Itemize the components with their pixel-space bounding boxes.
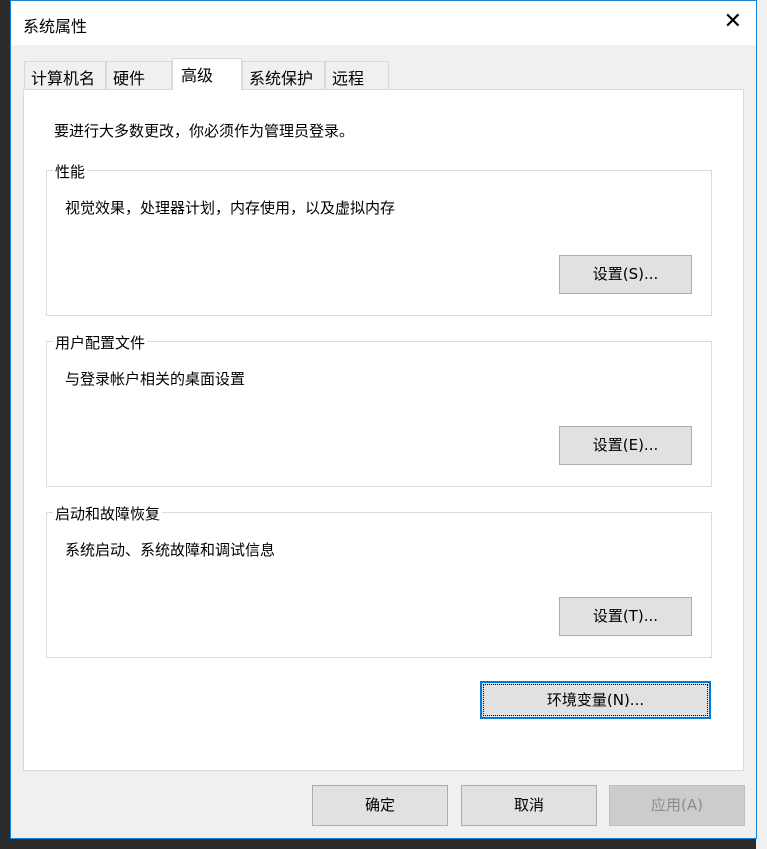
group-title: 启动和故障恢复 [53,503,163,524]
window-title: 系统属性 [23,17,88,36]
env-button-label: 环境变量(N)... [483,684,708,716]
group-description: 与登录帐户相关的桌面设置 [65,370,246,388]
group-description: 系统启动、系统故障和调试信息 [65,541,276,559]
ok-button[interactable]: 确定 [312,785,448,826]
tab-system-protection[interactable]: 系统保护 [242,61,325,89]
tab-hardware[interactable]: 硬件 [106,61,172,89]
admin-notice: 要进行大多数更改，你必须作为管理员登录。 [54,122,355,140]
environment-variables-button[interactable]: 环境变量(N)... [480,681,711,719]
group-title: 性能 [53,161,88,182]
apply-button[interactable]: 应用(A) [609,785,745,826]
group-title: 用户配置文件 [53,332,148,353]
close-icon[interactable]: ✕ [724,9,742,34]
startup-recovery-settings-button[interactable]: 设置(T)... [559,597,692,636]
group-description: 视觉效果，处理器计划，内存使用，以及虚拟内存 [65,199,396,217]
background-window [756,0,767,849]
user-profiles-settings-button[interactable]: 设置(E)... [559,426,692,465]
advanced-panel: 要进行大多数更改，你必须作为管理员登录。 性能 视觉效果，处理器计划，内存使用，… [23,89,744,771]
startup-recovery-group: 启动和故障恢复 系统启动、系统故障和调试信息 设置(T)... [46,503,712,658]
tab-remote[interactable]: 远程 [325,61,389,89]
system-properties-dialog: 系统属性 ✕ 计算机名 硬件 高级 系统保护 远程 要进行大多数更改，你必须作为… [10,0,757,839]
title-bar: 系统属性 ✕ [11,1,756,45]
cancel-button[interactable]: 取消 [461,785,597,826]
tab-advanced[interactable]: 高级 [172,58,242,90]
user-profiles-group: 用户配置文件 与登录帐户相关的桌面设置 设置(E)... [46,332,712,487]
performance-settings-button[interactable]: 设置(S)... [559,255,692,294]
tab-computer-name[interactable]: 计算机名 [24,61,106,89]
performance-group: 性能 视觉效果，处理器计划，内存使用，以及虚拟内存 设置(S)... [46,161,712,316]
